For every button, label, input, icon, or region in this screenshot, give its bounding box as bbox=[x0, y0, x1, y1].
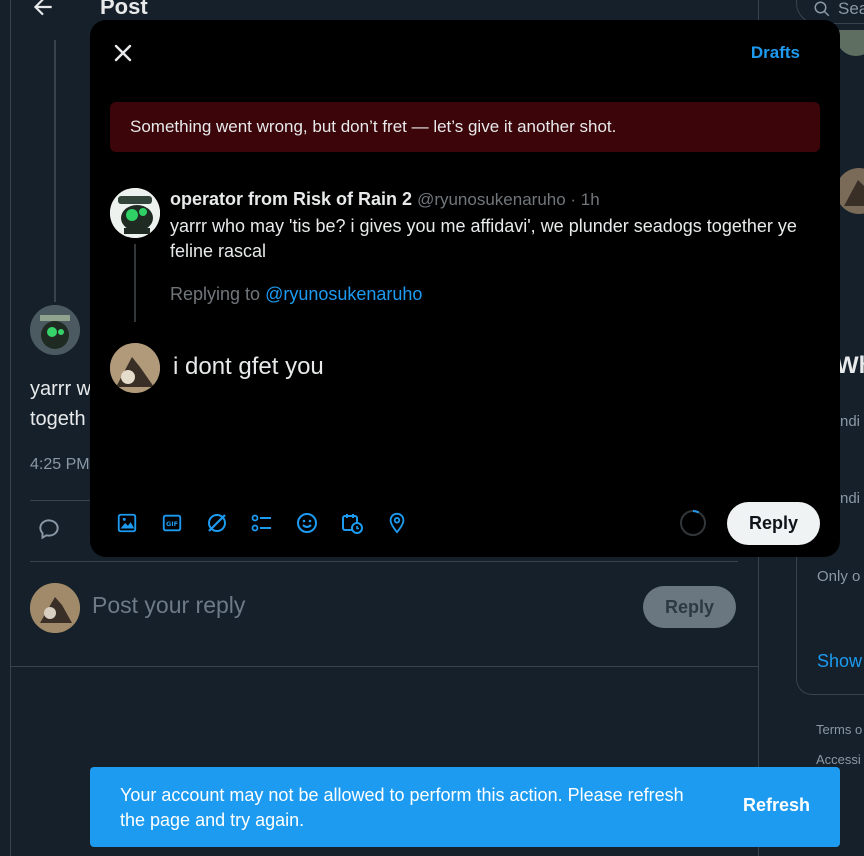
replying-handle-link[interactable]: @ryunosukenaruho bbox=[265, 284, 422, 304]
emoji-icon[interactable] bbox=[294, 510, 320, 536]
replying-prefix: Replying to bbox=[170, 284, 266, 304]
toast-message: Your account may not be allowed to perfo… bbox=[120, 785, 684, 830]
reply-modal: Drafts Something went wrong, but don’t f… bbox=[90, 20, 840, 557]
avatar[interactable] bbox=[110, 343, 160, 393]
character-count-ring bbox=[679, 509, 707, 537]
close-icon[interactable] bbox=[108, 38, 138, 68]
author-name[interactable]: operator from Risk of Rain 2 bbox=[170, 189, 412, 209]
reply-button[interactable]: Reply bbox=[727, 502, 820, 545]
media-icon[interactable] bbox=[114, 510, 140, 536]
original-post-text: yarrr who may 'tis be? i gives you me af… bbox=[170, 216, 797, 261]
compose-textarea[interactable]: i dont gfet you bbox=[173, 353, 324, 381]
schedule-icon[interactable] bbox=[339, 510, 365, 536]
grok-icon[interactable] bbox=[204, 510, 230, 536]
thread-line bbox=[134, 244, 136, 322]
error-banner: Something went wrong, but don’t fret — l… bbox=[110, 102, 820, 152]
replying-to: Replying to @ryunosukenaruho bbox=[170, 284, 422, 305]
svg-text:GIF: GIF bbox=[166, 520, 178, 528]
refresh-button[interactable]: Refresh bbox=[743, 795, 810, 816]
avatar[interactable] bbox=[110, 188, 160, 238]
drafts-button[interactable]: Drafts bbox=[751, 43, 800, 63]
compose-toolbar: GIF bbox=[114, 510, 410, 536]
author-meta: @ryunosukenaruho · 1h bbox=[417, 190, 600, 209]
gif-icon[interactable]: GIF bbox=[159, 510, 185, 536]
error-toast: Your account may not be allowed to perfo… bbox=[90, 767, 840, 847]
original-post-header: operator from Risk of Rain 2 @ryunosuken… bbox=[170, 189, 600, 210]
poll-icon[interactable] bbox=[249, 510, 275, 536]
location-icon[interactable] bbox=[384, 510, 410, 536]
